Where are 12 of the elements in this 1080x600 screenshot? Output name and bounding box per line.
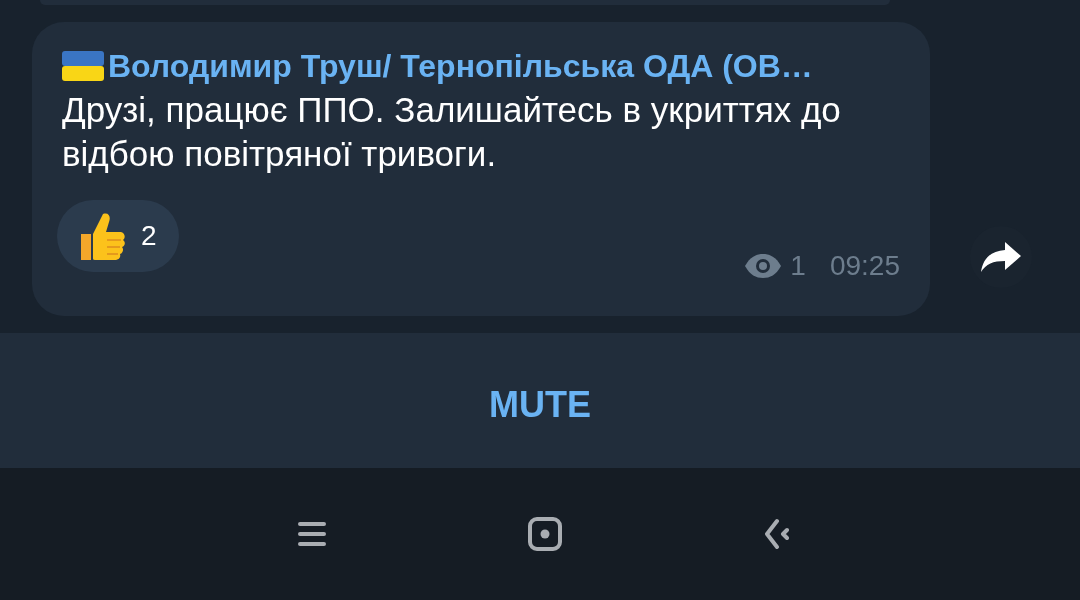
menu-icon[interactable] xyxy=(297,521,327,547)
reaction-chip[interactable]: 2 xyxy=(57,200,179,272)
message-text: Друзі, працює ППО. Залишайтесь в укриттях до відбою повітряної тривоги. xyxy=(62,89,842,175)
message-time: 09:25 xyxy=(829,250,900,282)
home-icon[interactable] xyxy=(527,516,563,552)
eye-icon xyxy=(744,254,783,278)
share-icon xyxy=(981,242,1021,272)
flag-icon xyxy=(62,51,104,81)
back-icon[interactable] xyxy=(763,518,789,550)
channel-name[interactable]: Володимир Труш/ Тернопільська ОДА (ОВ… xyxy=(108,46,813,86)
mute-button[interactable]: MUTE xyxy=(469,373,611,436)
view-count: 1 xyxy=(790,250,806,282)
